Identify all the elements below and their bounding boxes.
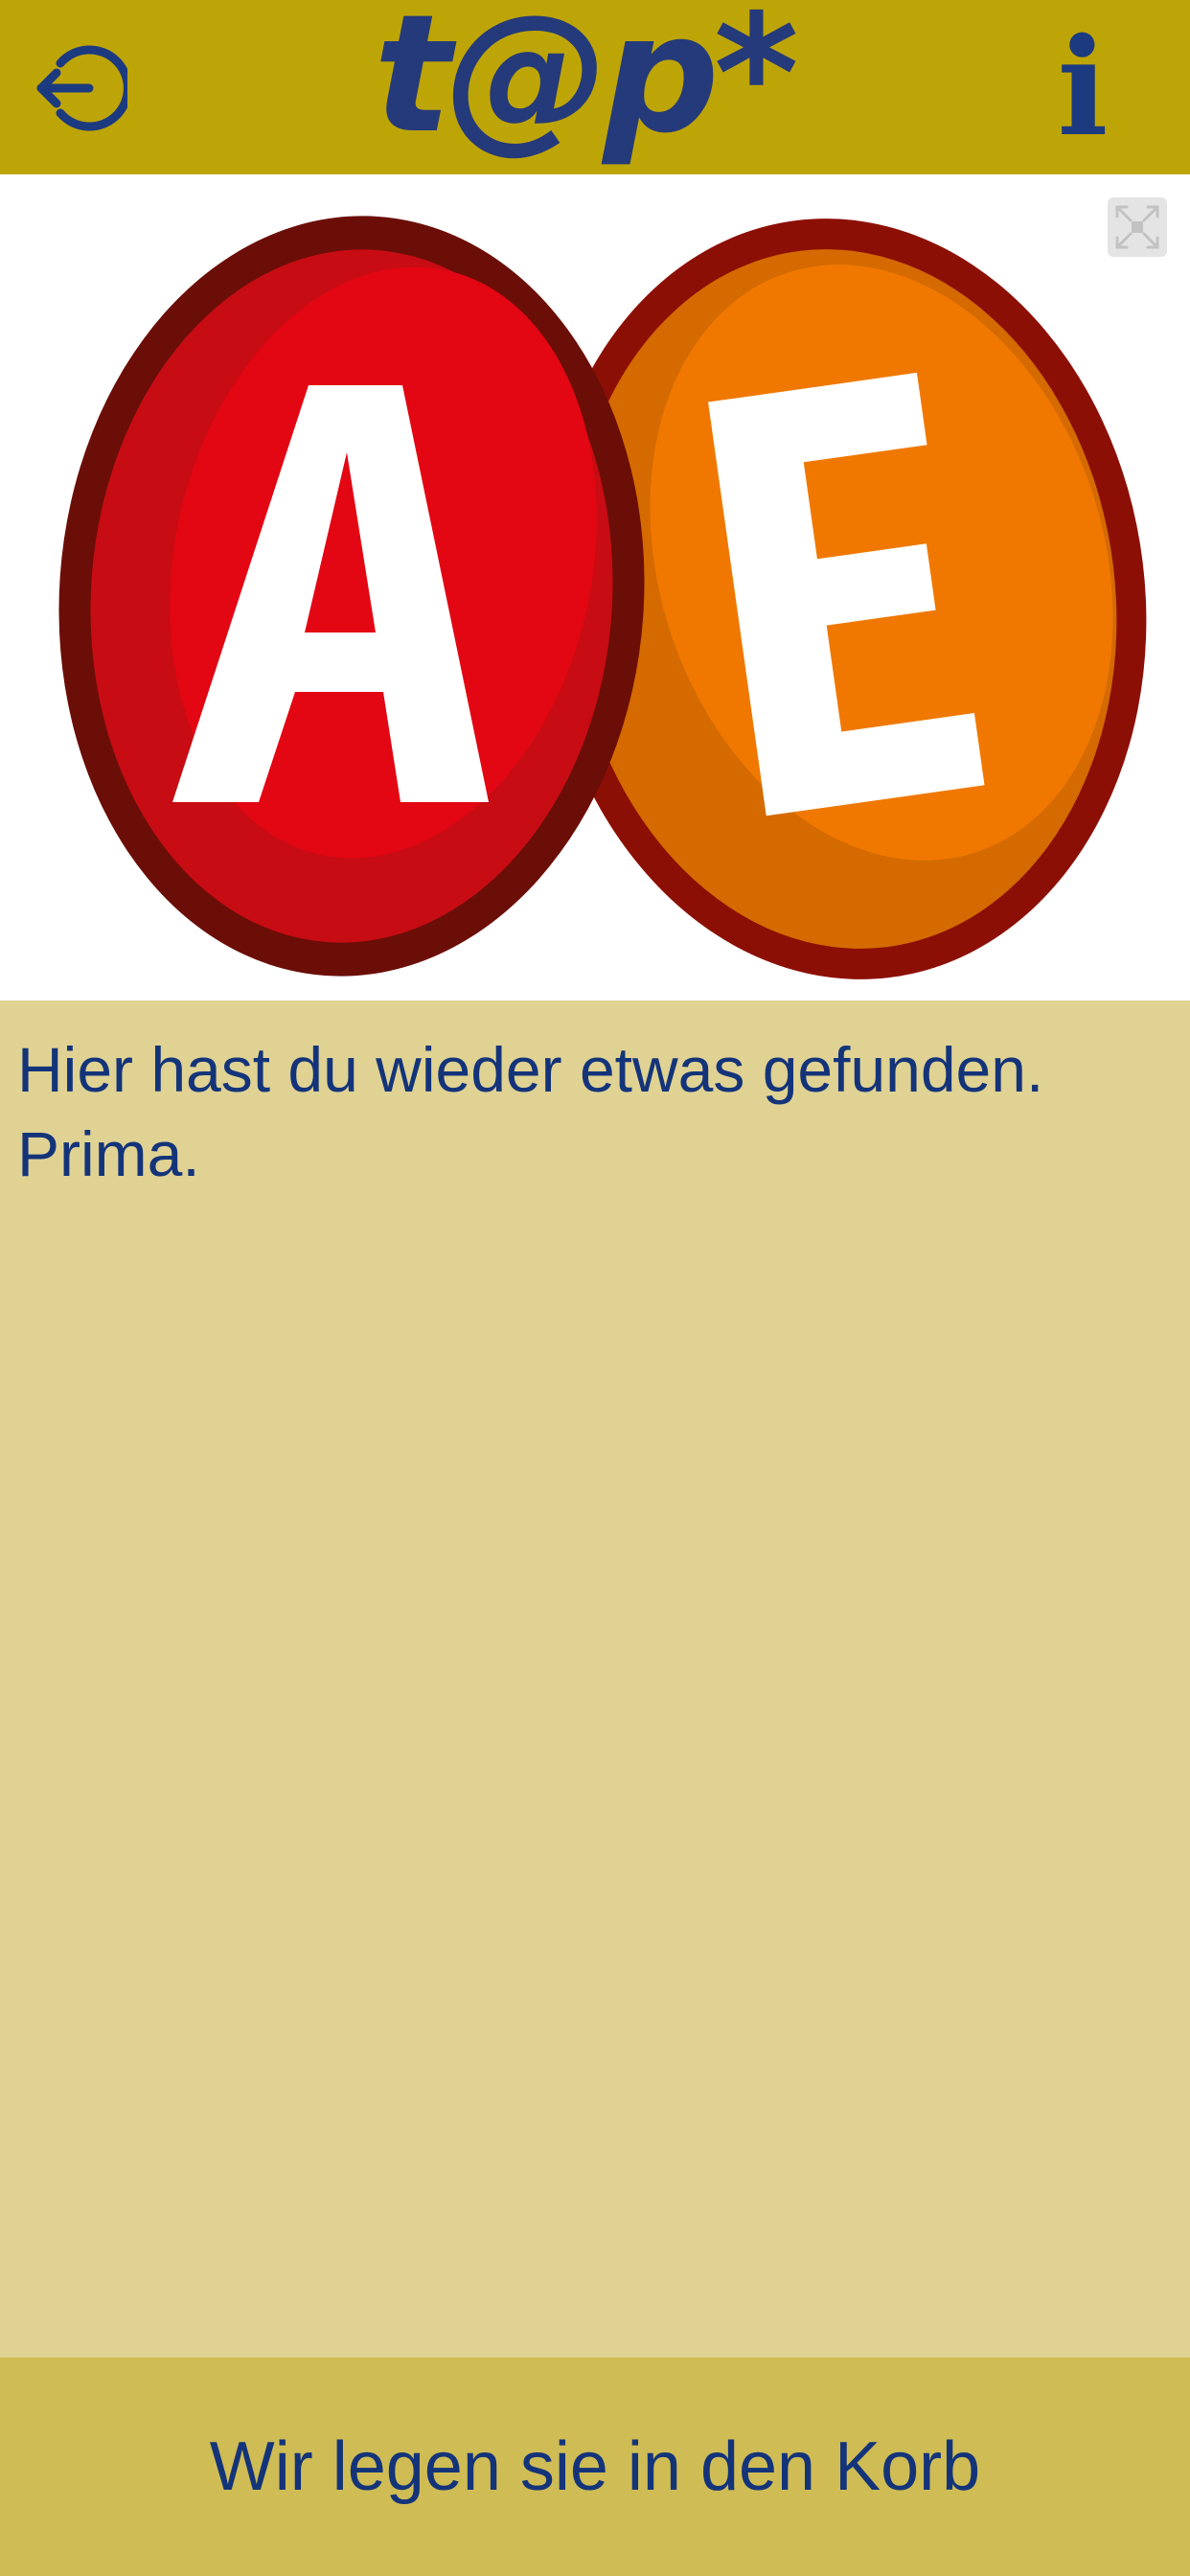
red-egg: A: [58, 216, 645, 977]
basket-button[interactable]: Wir legen sie in den Korb: [0, 2358, 1190, 2576]
app-header: t@p* i: [0, 0, 1190, 174]
back-button[interactable]: [25, 40, 130, 136]
info-button[interactable]: i: [1040, 21, 1126, 155]
fullscreen-icon: [1115, 205, 1159, 249]
message-text: Hier hast du wieder etwas gefunden. Prim…: [17, 1034, 1044, 1189]
content-image: E A: [0, 174, 1190, 1000]
expand-image-button[interactable]: [1108, 197, 1167, 257]
app-logo: t@p*: [374, 0, 799, 170]
easter-eggs-illustration: E A: [58, 216, 1147, 979]
logout-arrow-icon: [36, 45, 127, 131]
